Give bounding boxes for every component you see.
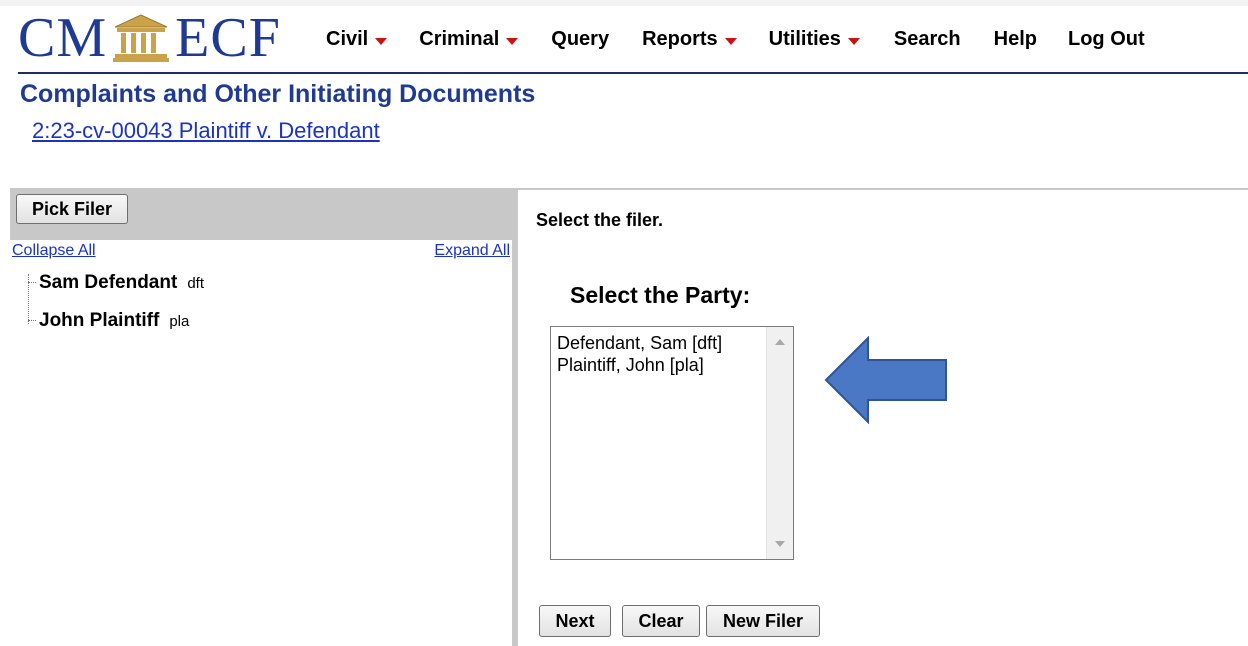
expand-all-link[interactable]: Expand All xyxy=(434,242,510,260)
party-option-plaintiff[interactable]: Plaintiff, John [pla] xyxy=(557,355,704,376)
courthouse-icon xyxy=(113,14,170,62)
tree-branch xyxy=(28,320,36,321)
annotation-arrow-icon xyxy=(824,336,947,424)
menu-civil-label: Civil xyxy=(326,28,369,50)
dropdown-caret-icon xyxy=(375,37,388,45)
menu-help-label: Help xyxy=(993,28,1037,50)
header-divider xyxy=(18,72,1248,74)
scroll-up-arrow-icon[interactable] xyxy=(775,339,785,345)
menu-log-out-label: Log Out xyxy=(1067,28,1145,50)
dropdown-caret-icon xyxy=(506,37,519,45)
case-number-link[interactable]: 2:23-cv-00043 Plaintiff v. Defendant xyxy=(32,118,380,144)
menu-reports[interactable]: Reports xyxy=(642,28,737,51)
menu-query-label: Query xyxy=(551,28,610,50)
pane-divider[interactable] xyxy=(512,188,518,646)
dropdown-caret-icon xyxy=(847,37,860,45)
main-menu: Civil Criminal Query Reports Utilities S… xyxy=(326,28,1145,51)
menu-help[interactable]: Help xyxy=(994,28,1037,51)
collapse-all-link[interactable]: Collapse All xyxy=(12,242,96,260)
menu-criminal[interactable]: Criminal xyxy=(419,28,519,51)
party-option-defendant[interactable]: Defendant, Sam [dft] xyxy=(557,333,722,354)
menu-civil[interactable]: Civil xyxy=(326,28,388,51)
menu-search[interactable]: Search xyxy=(894,28,961,51)
scroll-down-arrow-icon[interactable] xyxy=(775,541,785,547)
menu-criminal-label: Criminal xyxy=(419,28,500,50)
party-type: dft xyxy=(187,275,204,292)
party-name: Sam Defendant xyxy=(39,272,178,293)
dropdown-caret-icon xyxy=(724,37,737,45)
menu-utilities-label: Utilities xyxy=(768,28,841,50)
pick-filer-button[interactable]: Pick Filer xyxy=(16,194,128,224)
logo-text-cm: CM xyxy=(18,7,108,69)
new-filer-button[interactable]: New Filer xyxy=(706,605,820,637)
menu-reports-label: Reports xyxy=(642,28,718,50)
page-title: Complaints and Other Initiating Document… xyxy=(20,80,536,108)
right-pane-border xyxy=(518,188,1248,190)
party-type: pla xyxy=(169,313,190,330)
cmecf-logo: CM ECF xyxy=(18,6,281,70)
party-name: John Plaintiff xyxy=(39,310,160,331)
party-select-list[interactable]: Defendant, Sam [dft] Plaintiff, John [pl… xyxy=(550,326,794,560)
tree-item-sam-defendant[interactable]: Sam Defendant dft xyxy=(28,272,204,294)
menu-utilities[interactable]: Utilities xyxy=(769,28,860,51)
list-scrollbar[interactable] xyxy=(766,327,793,559)
select-party-heading: Select the Party: xyxy=(570,282,751,308)
filer-tree-pane: Pick Filer Collapse All Expand All Sam D… xyxy=(10,188,512,646)
logo-text-ecf: ECF xyxy=(175,7,281,69)
tree-item-john-plaintiff[interactable]: John Plaintiff pla xyxy=(28,310,189,332)
clear-button[interactable]: Clear xyxy=(622,605,700,637)
menu-log-out[interactable]: Log Out xyxy=(1068,28,1145,51)
instruction-text: Select the filer. xyxy=(536,210,664,230)
menu-search-label: Search xyxy=(893,28,961,50)
next-button[interactable]: Next xyxy=(539,605,611,637)
tree-branch xyxy=(28,282,36,283)
menu-query[interactable]: Query xyxy=(551,28,609,51)
